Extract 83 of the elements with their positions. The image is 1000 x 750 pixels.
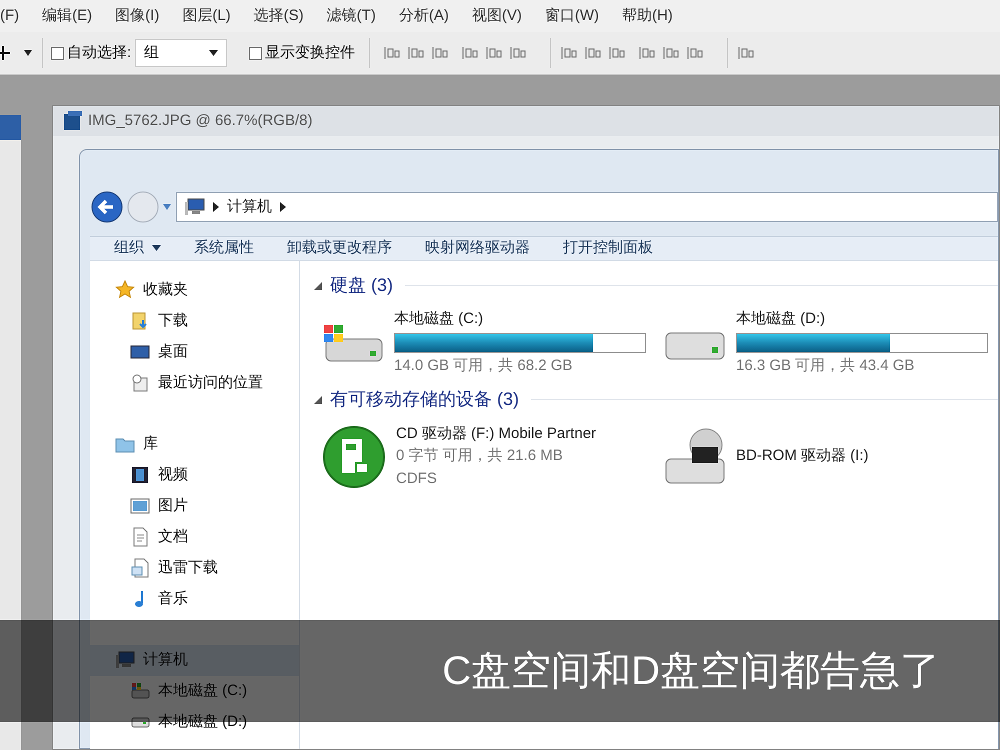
align-icon[interactable] xyxy=(486,45,502,61)
align-icon[interactable] xyxy=(609,45,626,61)
nav-item[interactable]: 桌面 xyxy=(105,336,299,368)
caret-icon[interactable] xyxy=(209,50,218,56)
drive-tile[interactable]: CD 驱动器 (F:) Mobile Partner 0 字节 可用，共 21.6 MB CDFS xyxy=(314,418,656,494)
nav-item[interactable]: 图片 xyxy=(105,490,299,522)
toolbar-button[interactable]: 系统属性 xyxy=(194,237,254,260)
menu-item[interactable]: 帮助(H) xyxy=(622,4,673,28)
checkbox[interactable] xyxy=(249,46,262,60)
group-heading[interactable]: 有可移动存储的设备 (3) xyxy=(330,386,519,413)
address-bar[interactable]: 计算机 xyxy=(176,192,998,222)
breadcrumb[interactable]: 计算机 xyxy=(227,196,272,218)
align-icon[interactable] xyxy=(510,45,526,61)
menu-item[interactable]: 滤镜(T) xyxy=(326,4,376,28)
computer-icon xyxy=(185,198,205,216)
align-icon[interactable] xyxy=(663,45,680,61)
back-button[interactable] xyxy=(90,190,124,224)
menu-item[interactable]: 图层(L) xyxy=(182,4,231,28)
checkbox-label[interactable]: 显示变换控件 xyxy=(265,42,356,64)
drive-name: CD 驱动器 (F:) Mobile Partner xyxy=(396,424,596,444)
star-icon xyxy=(115,280,135,300)
group-heading[interactable]: 硬盘 (3) xyxy=(330,272,393,299)
film-icon xyxy=(130,465,150,485)
menu-item[interactable]: 选择(S) xyxy=(254,4,304,28)
align-icon[interactable] xyxy=(384,45,400,61)
menu-item[interactable]: 图像(I) xyxy=(115,4,160,28)
recent-places-icon xyxy=(130,373,150,393)
drive-name: BD-ROM 驱动器 (I:) xyxy=(736,446,868,466)
document-title: IMG_5762.JPG @ 66.7%(RGB/8) xyxy=(88,110,312,131)
nav-item[interactable]: 视频 xyxy=(105,460,299,490)
chevron-icon[interactable] xyxy=(213,202,219,212)
nav-item[interactable]: 库 xyxy=(105,428,299,460)
checkbox-label[interactable]: 自动选择: xyxy=(67,42,132,64)
nav-item[interactable]: 最近访问的位置 xyxy=(105,368,299,398)
drive-tile[interactable]: 本地磁盘 (C:) 14.0 GB 可用，共 68.2 GB xyxy=(314,304,656,380)
caret-icon[interactable] xyxy=(24,50,32,56)
align-icon[interactable] xyxy=(432,45,448,61)
file-system: CDFS xyxy=(396,468,438,489)
drive-info: 0 字节 可用，共 21.6 MB xyxy=(396,446,564,466)
nav-item[interactable]: 下载 xyxy=(105,306,299,336)
computer-icon xyxy=(115,650,135,670)
drive-tile[interactable]: BD-ROM 驱动器 (I:) xyxy=(656,418,998,494)
caret-icon[interactable] xyxy=(152,245,161,252)
nav-item[interactable]: 音乐 xyxy=(105,584,299,614)
menu-item[interactable]: (F) xyxy=(0,4,20,28)
menu-item[interactable]: 窗口(W) xyxy=(544,4,599,28)
align-icon[interactable] xyxy=(738,45,754,61)
chevron-icon[interactable] xyxy=(280,202,286,212)
history-dropdown-icon[interactable] xyxy=(162,203,172,211)
picture-icon xyxy=(130,496,150,516)
mode-dropdown[interactable]: 组 xyxy=(135,39,228,67)
checkbox[interactable] xyxy=(51,46,64,60)
move-tool-icon[interactable] xyxy=(0,46,10,60)
toolbar-button[interactable]: 映射网络驱动器 xyxy=(425,237,530,260)
bd-drive-icon xyxy=(664,426,726,486)
align-icon[interactable] xyxy=(561,45,578,61)
document-icon xyxy=(130,558,150,578)
collapse-icon[interactable] xyxy=(314,282,322,290)
menu-item[interactable]: 视图(V) xyxy=(472,4,522,28)
drive-info: 14.0 GB 可用，共 68.2 GB xyxy=(394,356,574,376)
drive-icon xyxy=(130,681,150,701)
collapse-icon[interactable] xyxy=(314,396,322,404)
align-icon[interactable] xyxy=(585,45,602,61)
document-icon xyxy=(63,111,83,131)
caption-text: C盘空间和D盘空间都告急了 xyxy=(442,648,940,695)
nav-item[interactable]: 收藏夹 xyxy=(105,274,299,306)
nav-item[interactable]: 本地磁盘 (C:) xyxy=(105,676,299,706)
toolbar-button[interactable]: 组织 xyxy=(114,237,161,260)
drive-name: 本地磁盘 (C:) xyxy=(394,309,484,329)
toolbar-button[interactable]: 卸载或更改程序 xyxy=(287,237,392,260)
align-icon[interactable] xyxy=(408,45,424,61)
align-icon[interactable] xyxy=(687,45,704,61)
app-icon xyxy=(322,424,386,488)
nav-item[interactable]: 迅雷下载 xyxy=(105,552,299,584)
drive-tile[interactable]: 本地磁盘 (D:) 16.3 GB 可用，共 43.4 GB xyxy=(656,304,998,380)
menu-item[interactable]: 编辑(E) xyxy=(42,4,92,28)
nav-item[interactable]: 文档 xyxy=(105,522,299,552)
menu-item[interactable]: 分析(A) xyxy=(398,4,449,28)
drive-info: 16.3 GB 可用，共 43.4 GB xyxy=(736,356,916,376)
align-icon[interactable] xyxy=(462,45,478,61)
align-icon[interactable] xyxy=(639,45,656,61)
drive-name: 本地磁盘 (D:) xyxy=(736,309,826,329)
toolbar-button[interactable]: 打开控制面板 xyxy=(563,237,653,260)
